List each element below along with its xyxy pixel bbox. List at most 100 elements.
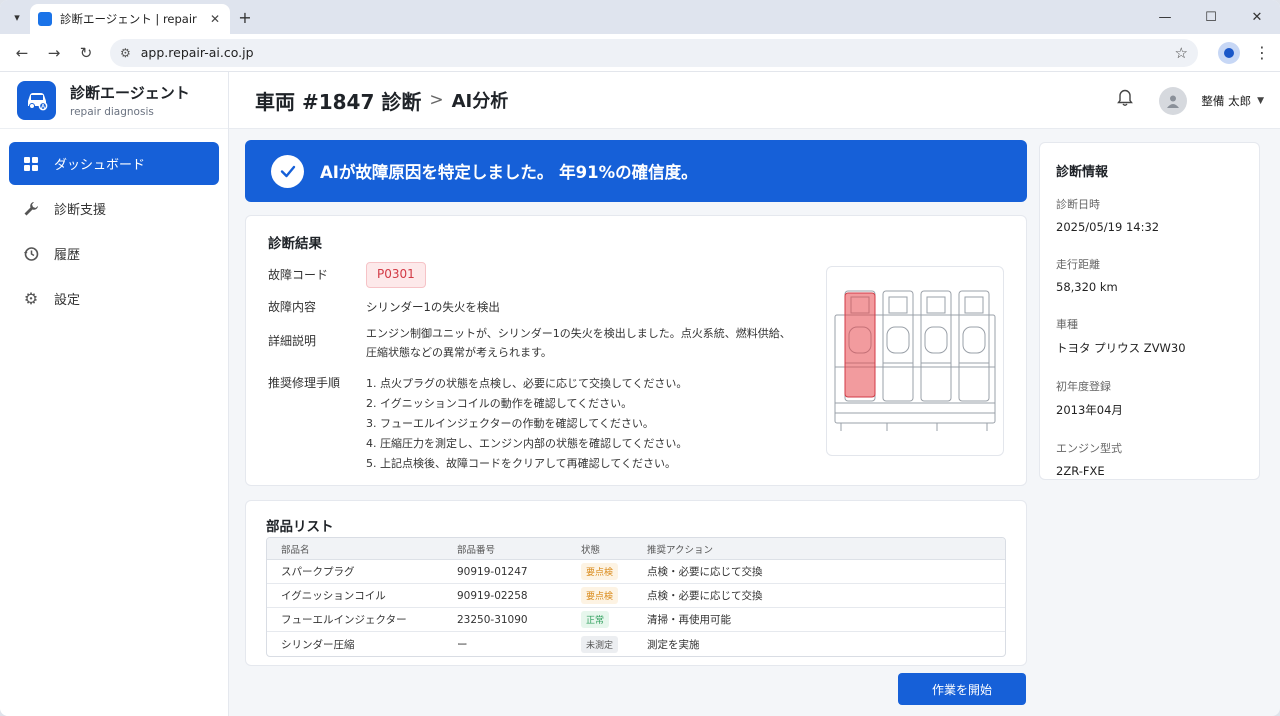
- status-badge: 要点検: [581, 563, 619, 580]
- url-field[interactable]: ⚙ app.repair-ai.co.jp ☆: [110, 38, 1198, 67]
- column-header: 推奨アクション: [647, 544, 714, 556]
- dashboard-icon: [22, 155, 40, 173]
- back-icon[interactable]: ←: [8, 39, 36, 67]
- brand-name: 診断エージェント: [70, 84, 190, 102]
- user-name[interactable]: 整備 太郎: [1201, 93, 1251, 109]
- parts-list-card: 部品リスト 部品名 部品番号 状態 推奨アクション スパークプラグ 90919-…: [245, 500, 1027, 666]
- column-header: 状態: [581, 544, 601, 556]
- parts-table: 部品名 部品番号 状態 推奨アクション スパークプラグ 90919-01247 …: [266, 537, 1006, 657]
- brand: A 診断エージェント repair diagnosis: [0, 72, 228, 129]
- new-tab-button[interactable]: +: [234, 6, 256, 28]
- brand-sub: repair diagnosis: [70, 106, 154, 118]
- breadcrumb: 車両 #1847 診断 > AI分析 整備 太郎 ▼: [229, 72, 1280, 129]
- column-header: 部品番号: [457, 544, 496, 556]
- avatar[interactable]: [1159, 86, 1188, 115]
- sidebar-item-label: ダッシュボード: [54, 158, 146, 173]
- profile-icon[interactable]: [1218, 41, 1240, 64]
- cylinder-1-highlight: [844, 292, 876, 398]
- browser-menu-icon[interactable]: ⋮: [1252, 43, 1272, 62]
- check-circle-icon: [271, 154, 304, 188]
- part-name: フューエルインジェクター: [281, 614, 407, 626]
- table-header: 部品名 部品番号 状態 推奨アクション: [267, 538, 1005, 560]
- detail-label: 詳細説明: [268, 334, 317, 348]
- table-row[interactable]: フューエルインジェクター 23250-31090 正常 清掃・再使用可能: [267, 608, 1005, 632]
- engine-cylinder-diagram: [834, 290, 996, 431]
- part-number: 90919-02258: [457, 589, 528, 602]
- table-row[interactable]: スパークプラグ 90919-01247 要点検 点検・必要に応じて交換: [267, 560, 1005, 584]
- main: 車両 #1847 診断 > AI分析 整備 太郎 ▼ AIが故障原因を特定しまし…: [229, 72, 1280, 716]
- result-title: 診断結果: [268, 236, 322, 252]
- tab-search-icon[interactable]: ▾: [6, 6, 28, 28]
- repair-step: 5. 上記点検後、故障コードをクリアして再確認してください。: [366, 457, 676, 470]
- info-value: トヨタ プリウス ZVW30: [1056, 341, 1186, 355]
- wrench-icon: [22, 200, 40, 218]
- info-value: 2ZR-FXE: [1056, 464, 1105, 478]
- browser-window: ▾ 診断エージェント | repair diagnosis ✕ + — ☐ ✕ …: [0, 0, 1280, 716]
- close-tab-icon[interactable]: ✕: [208, 12, 222, 26]
- part-action: 測定を実施: [647, 638, 700, 651]
- history-icon: [22, 245, 40, 263]
- detail-line: 圧縮状態などの異常が考えられます。: [366, 346, 552, 359]
- bell-icon[interactable]: [1117, 89, 1134, 112]
- status-badge: 要点検: [581, 587, 619, 604]
- info-value: 58,320 km: [1056, 280, 1118, 294]
- chevron-down-icon[interactable]: ▼: [1257, 96, 1264, 106]
- part-action: 点検・必要に応じて交換: [647, 566, 763, 578]
- info-value: 2025/05/19 14:32: [1056, 220, 1160, 234]
- steps-row: 推奨修理手順 1. 点火プラグの状態を点検し、必要に応じて交換してください。 2…: [268, 374, 687, 474]
- address-bar: ← → ↻ ⚙ app.repair-ai.co.jp ☆ ⋮: [0, 34, 1280, 72]
- svg-text:A: A: [40, 105, 45, 111]
- table-row[interactable]: イグニッションコイル 90919-02258 要点検 点検・必要に応じて交換: [267, 584, 1005, 608]
- info-label: 診断日時: [1056, 198, 1100, 211]
- part-action: 点検・必要に応じて交換: [647, 590, 763, 602]
- sidebar-item-label: 履歴: [54, 248, 81, 263]
- status-badge: 未測定: [581, 635, 619, 653]
- reload-icon[interactable]: ↻: [72, 39, 100, 67]
- code-row: 故障コード P0301: [268, 262, 426, 288]
- banner-text: AIが故障原因を特定しました。 年91%の確信度。: [320, 163, 698, 182]
- status-badge: 正常: [581, 611, 610, 628]
- info-label: 走行距離: [1056, 258, 1100, 271]
- table-row[interactable]: シリンダー圧縮 ー 未測定 測定を実施: [267, 632, 1005, 656]
- sidebar-item-label: 設定: [54, 293, 81, 308]
- sidebar-item-diagnosis[interactable]: 診断支援: [9, 187, 219, 230]
- content-row: 故障内容 シリンダー1の失火を検出: [268, 298, 500, 317]
- page-title: 車両 #1847 診断: [255, 89, 422, 114]
- part-number: ー: [457, 638, 468, 651]
- site-info-icon[interactable]: ⚙: [120, 46, 131, 60]
- sidebar-item-dashboard[interactable]: ダッシュボード: [9, 142, 219, 185]
- browser-tab[interactable]: 診断エージェント | repair diagnosis ✕: [30, 4, 230, 34]
- info-title: 診断情報: [1056, 165, 1109, 180]
- tab-bar: ▾ 診断エージェント | repair diagnosis ✕ + — ☐ ✕: [0, 0, 1280, 34]
- minimize-icon[interactable]: —: [1142, 0, 1188, 34]
- diagnosis-info-card: 診断情報 診断日時 2025/05/19 14:32 走行距離 58,320 k…: [1039, 142, 1260, 480]
- tab-title: 診断エージェント | repair diagnosis: [60, 12, 200, 26]
- app: A 診断エージェント repair diagnosis ダッシュボード 診断支援…: [0, 72, 1280, 716]
- sidebar: A 診断エージェント repair diagnosis ダッシュボード 診断支援…: [0, 72, 229, 716]
- code-label: 故障コード: [268, 268, 329, 282]
- close-window-icon[interactable]: ✕: [1234, 0, 1280, 34]
- sidebar-nav: ダッシュボード 診断支援 履歴 ⚙ 設定: [0, 129, 228, 320]
- fault-content: シリンダー1の失火を検出: [366, 300, 500, 314]
- forward-icon[interactable]: →: [40, 39, 68, 67]
- sidebar-item-history[interactable]: 履歴: [9, 232, 219, 275]
- parts-title: 部品リスト: [266, 519, 334, 535]
- info-label: エンジン型式: [1056, 442, 1122, 455]
- breadcrumb-current: AI分析: [451, 91, 509, 112]
- repair-steps-list: 1. 点火プラグの状態を点検し、必要に応じて交換してください。 2. イグニッシ…: [366, 374, 687, 474]
- gear-icon: ⚙: [23, 289, 39, 308]
- part-number: 23250-31090: [457, 613, 528, 626]
- bookmark-star-icon[interactable]: ☆: [1175, 44, 1188, 62]
- url-text: app.repair-ai.co.jp: [140, 45, 254, 60]
- detail-line: エンジン制御ユニットが、シリンダー1の失火を検出しました。点火系統、燃料供給、: [366, 327, 791, 340]
- repair-step: 4. 圧縮圧力を測定し、エンジン内部の状態を確認してください。: [366, 437, 688, 450]
- maximize-icon[interactable]: ☐: [1188, 0, 1234, 34]
- part-name: シリンダー圧縮: [281, 638, 355, 651]
- start-work-button[interactable]: 作業を開始: [898, 673, 1026, 705]
- part-number: 90919-01247: [457, 565, 528, 578]
- breadcrumb-separator: >: [429, 90, 444, 110]
- favicon-icon: [38, 12, 52, 26]
- diagnosis-result-card: 診断結果 故障コード P0301 故障内容 シリンダー1の失火を検出 詳細説明 …: [245, 215, 1027, 486]
- info-value: 2013年04月: [1056, 403, 1123, 417]
- sidebar-item-settings[interactable]: ⚙ 設定: [9, 277, 219, 320]
